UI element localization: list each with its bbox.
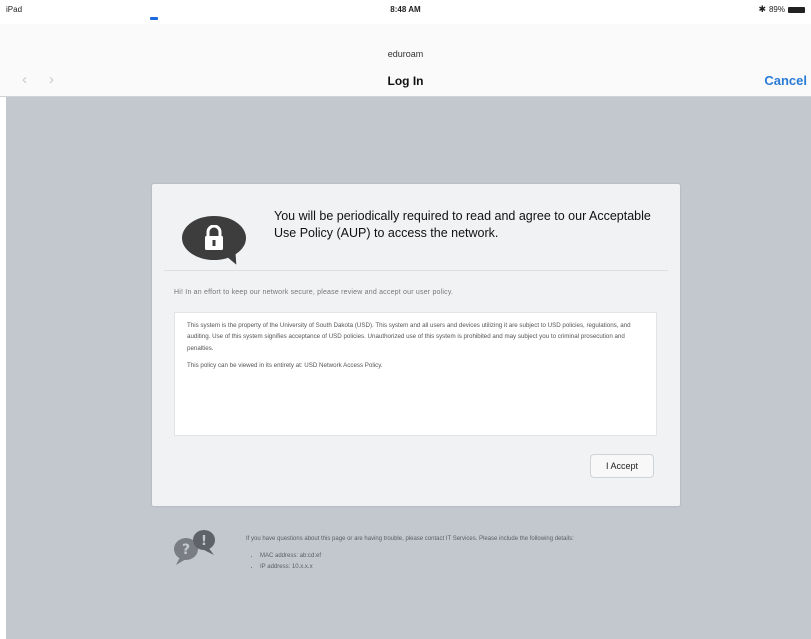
list-item: MAC address: ab:cd:ef <box>260 551 666 562</box>
help-text: If you have questions about this page or… <box>246 534 666 573</box>
captive-portal-page: You will be periodically required to rea… <box>6 97 811 639</box>
svg-text:!: ! <box>201 534 207 549</box>
help-chat-bubbles-icon: ? ! <box>174 530 215 565</box>
page-title: Log In <box>387 74 424 88</box>
cancel-button[interactable]: Cancel <box>764 73 807 88</box>
bluetooth-icon: ✱ <box>758 4 766 14</box>
divider <box>164 270 668 271</box>
svg-text:?: ? <box>182 542 190 558</box>
aup-card: You will be periodically required to rea… <box>152 184 680 506</box>
policy-text-box[interactable]: This system is the property of the Unive… <box>174 312 657 436</box>
policy-paragraph: This system is the property of the Unive… <box>187 322 631 352</box>
policy-paragraph: This policy can be viewed in its entiret… <box>187 361 383 369</box>
battery-indicator: ✱ 89% <box>758 4 805 15</box>
battery-icon <box>788 6 805 13</box>
list-item: IP address: 10.x.x.x <box>260 562 666 573</box>
policy-text: This system is the property of the Unive… <box>187 320 647 377</box>
aup-notice: You will be periodically required to rea… <box>274 209 651 240</box>
help-details-list: MAC address: ab:cd:ef IP address: 10.x.x… <box>260 551 666 573</box>
accept-button[interactable]: I Accept <box>590 454 654 478</box>
status-time: 8:48 AM <box>390 5 421 14</box>
policy-intro: Hi! In an effort to keep our network sec… <box>174 289 454 296</box>
lock-icon <box>205 225 223 250</box>
network-name: eduroam <box>387 49 424 59</box>
status-bar: iPad 8:48 AM ✱ 89% <box>0 0 811 24</box>
navigation-bar: eduroam ‹ › Log In Cancel <box>0 24 811 97</box>
loading-indicator <box>150 17 158 20</box>
battery-percent: 89% <box>768 5 785 14</box>
help-message: If you have questions about this page or… <box>246 536 574 542</box>
